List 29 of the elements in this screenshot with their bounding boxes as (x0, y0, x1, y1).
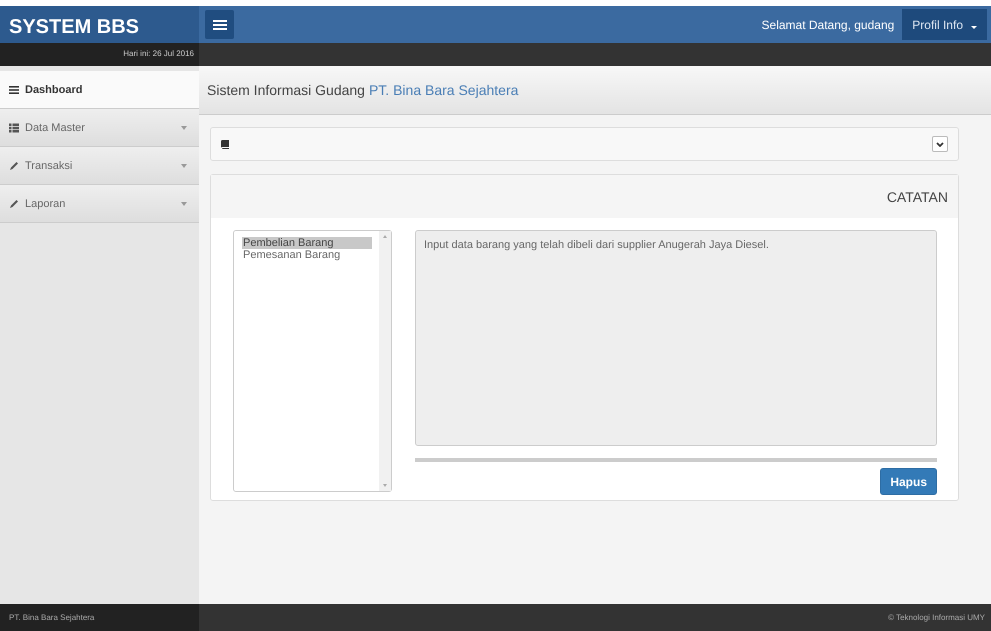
pencil-icon (9, 198, 19, 208)
copyright-text: © Teknologi Informasi UMY (888, 613, 985, 622)
collapse-button[interactable] (932, 136, 948, 152)
menu-button[interactable] (205, 10, 234, 39)
book-icon (221, 140, 229, 148)
caret-icon (971, 26, 977, 28)
list-option[interactable]: Pemesanan Barang (242, 249, 372, 261)
app-logo: SYSTEM BBS (0, 6, 199, 43)
chevron-down-icon (936, 142, 944, 146)
list-option[interactable]: Pembelian Barang (242, 237, 372, 249)
footer-text: PT. Bina Bara Sejahtera (9, 613, 94, 622)
list-box[interactable]: Pembelian Barang Pemesanan Barang (233, 230, 392, 492)
sidebar-item[interactable]: Dashboard (0, 71, 199, 109)
page-title: Sistem Informasi Gudang (207, 82, 365, 98)
date-text: Hari ini: 26 Jul 2016 (0, 43, 199, 66)
delete-button[interactable]: Hapus (880, 468, 937, 495)
scrollbar[interactable] (379, 231, 391, 491)
profile-menu[interactable]: Profil Info (902, 9, 987, 40)
company-name: PT. Bina Bara Sejahtera (368, 82, 518, 98)
list-icon (9, 122, 19, 132)
sidebar-item[interactable]: Transaksi (0, 147, 199, 185)
sidebar-item[interactable]: Laporan (0, 185, 199, 223)
pencil-icon (9, 160, 19, 170)
welcome-text: Selamat Datang, gudang (762, 18, 894, 32)
list-icon (9, 84, 19, 94)
sidebar-item[interactable]: Data Master (0, 109, 199, 147)
note-text-area[interactable]: Input data barang yang telah dibeli dari supplier Anugerah Jaya Diesel. (415, 230, 937, 446)
menu-icon (212, 18, 226, 30)
panel-title: CATATAN (886, 188, 948, 204)
